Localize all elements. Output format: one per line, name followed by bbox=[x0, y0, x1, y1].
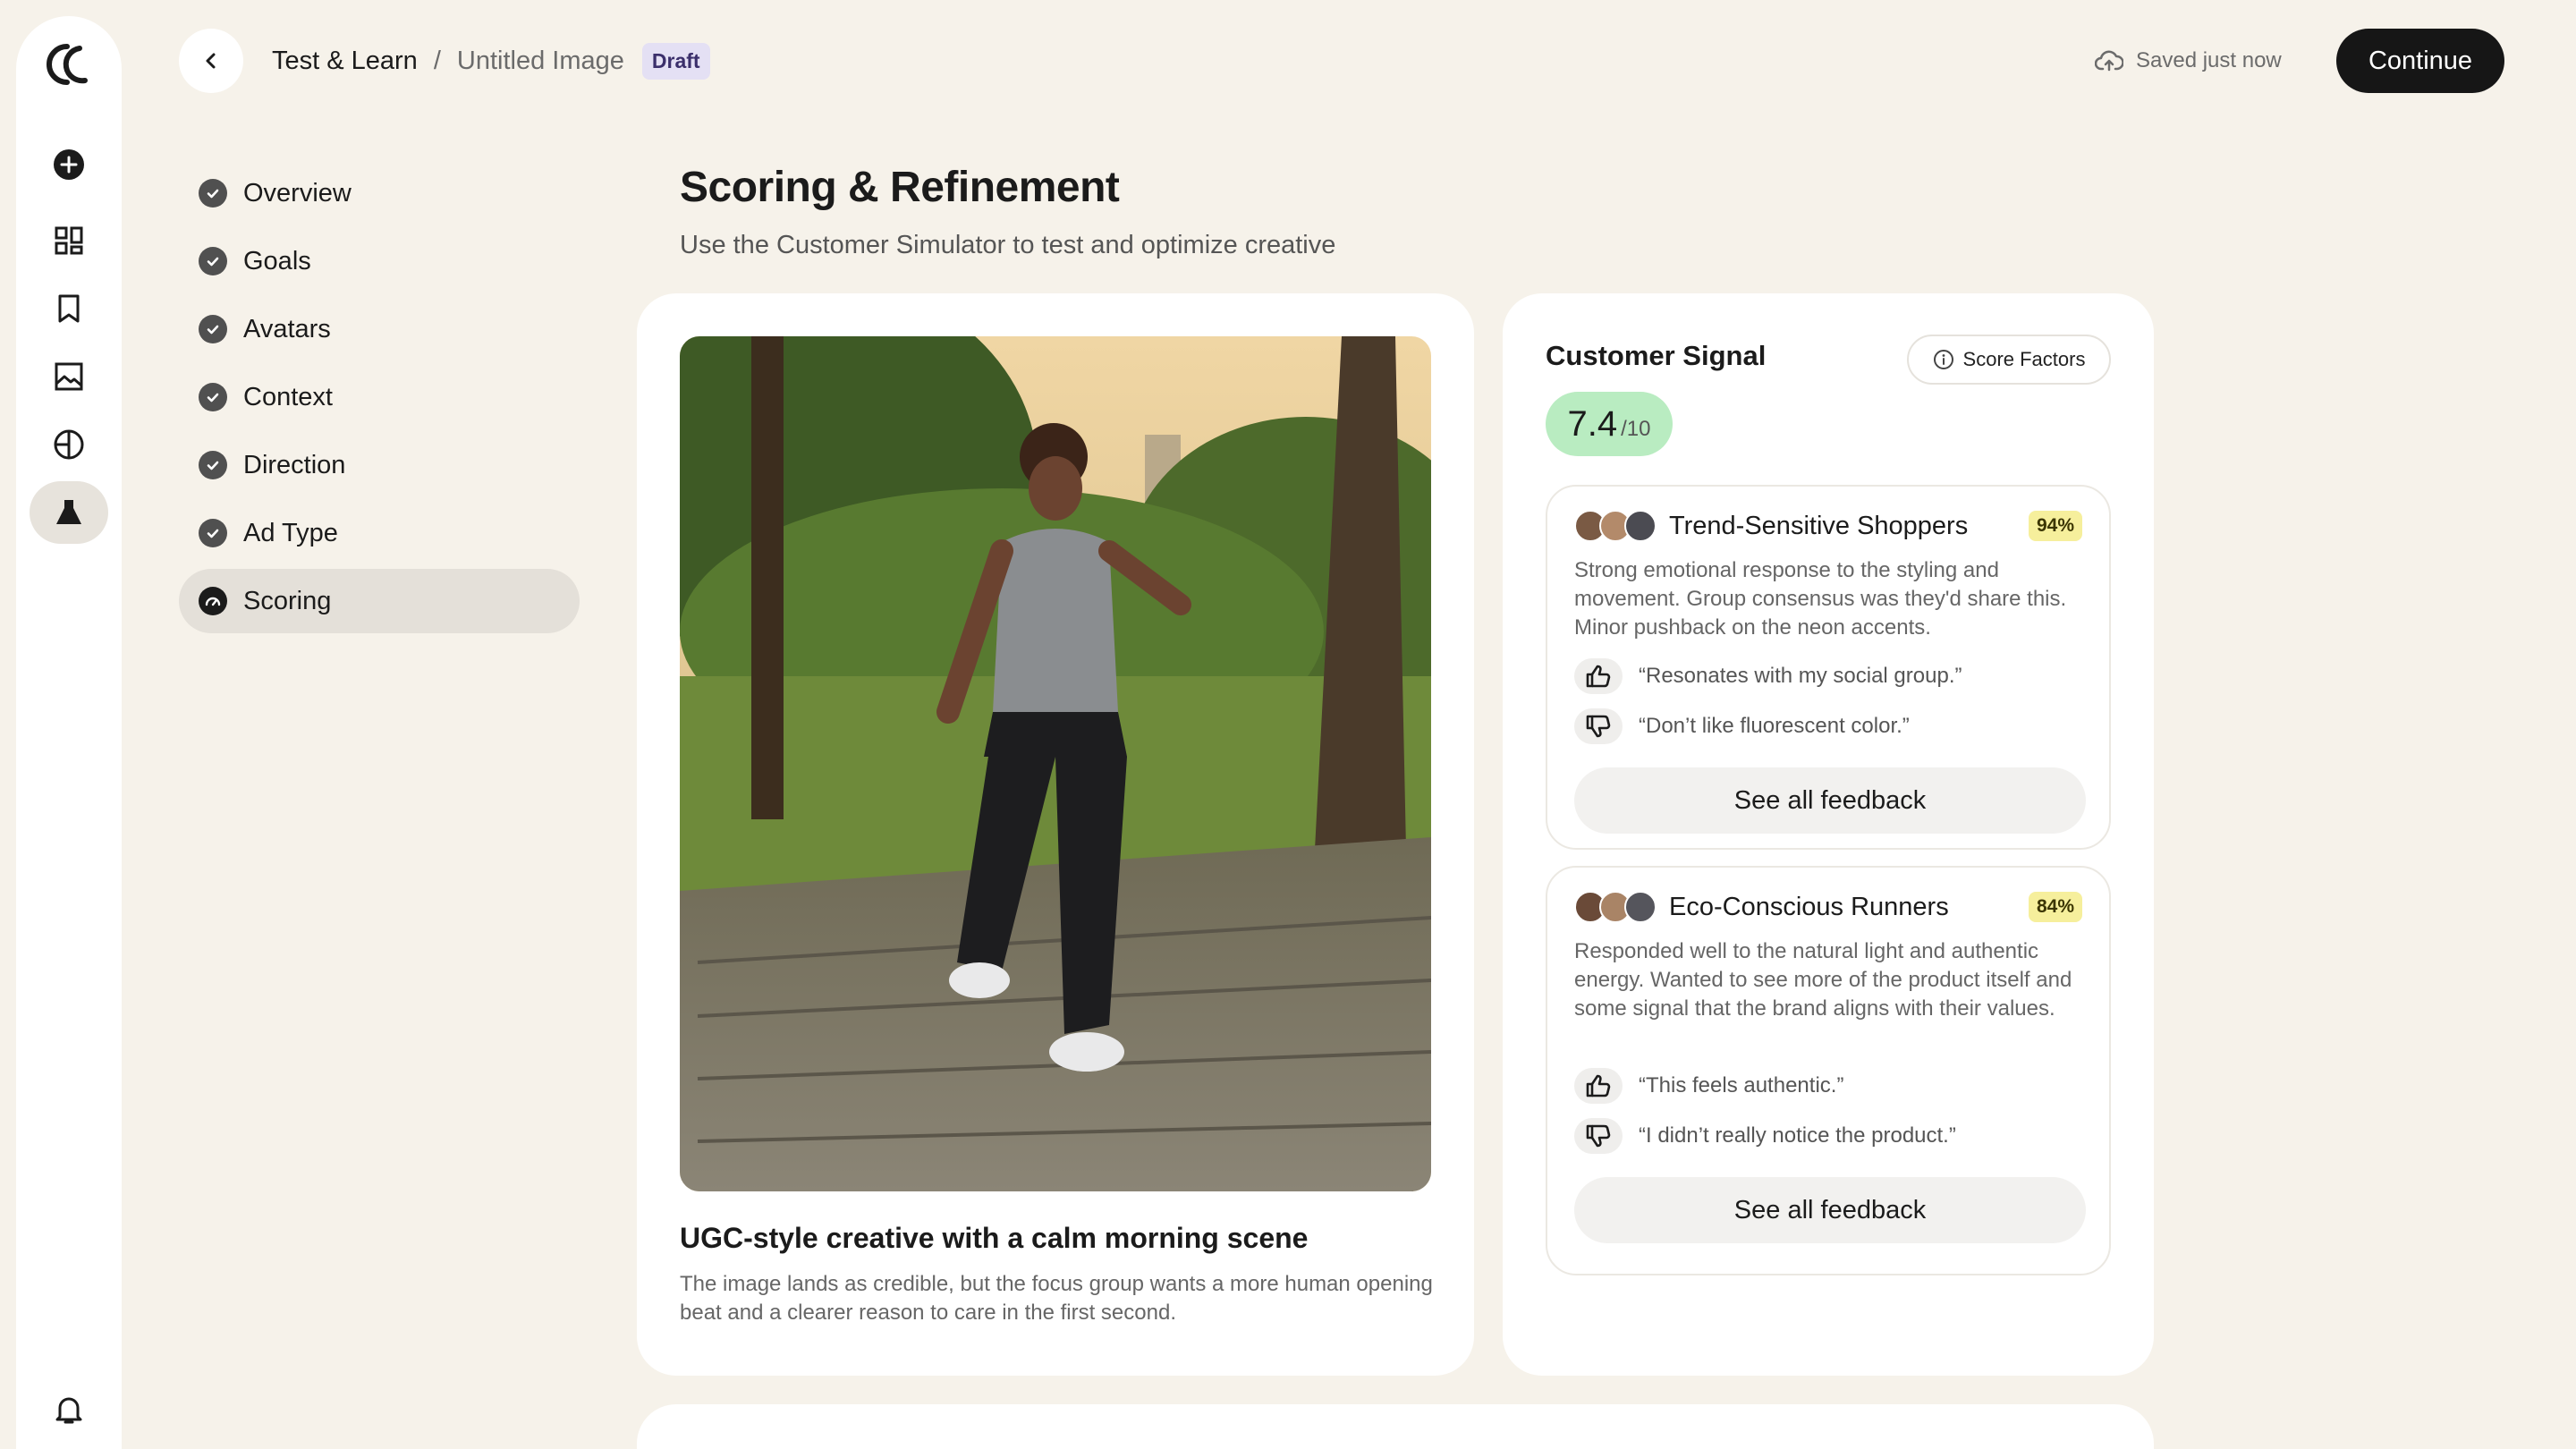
steps-nav: Overview Goals Avatars Context Direction… bbox=[179, 161, 580, 637]
segment-card: Eco-Conscious Runners 84% Responded well… bbox=[1546, 866, 2111, 1275]
plus-circle-icon[interactable] bbox=[30, 133, 108, 196]
avatar bbox=[1624, 891, 1657, 923]
creative-card: UGC-style creative with a calm morning s… bbox=[637, 293, 1474, 1376]
score-factors-button[interactable]: Score Factors bbox=[1907, 335, 2111, 385]
cloud-upload-icon bbox=[2095, 50, 2123, 72]
left-rail bbox=[16, 16, 122, 1449]
save-status: Saved just now bbox=[2095, 45, 2282, 77]
segment-card: Trend-Sensitive Shoppers 94% Strong emot… bbox=[1546, 485, 2111, 850]
score-value: 7.4 bbox=[1567, 404, 1618, 444]
signal-title: Customer Signal bbox=[1546, 340, 1767, 371]
flask-icon[interactable] bbox=[30, 481, 108, 544]
step-avatars[interactable]: Avatars bbox=[179, 297, 580, 361]
check-circle-icon bbox=[199, 383, 227, 411]
dashboard-icon[interactable] bbox=[30, 209, 108, 272]
step-context[interactable]: Context bbox=[179, 365, 580, 429]
segment-description: Strong emotional response to the styling… bbox=[1574, 558, 2067, 640]
back-button[interactable] bbox=[179, 29, 243, 93]
segment-name: Trend-Sensitive Shoppers bbox=[1669, 511, 1969, 540]
segment-description: Responded well to the natural light and … bbox=[1574, 939, 2072, 1021]
avatar bbox=[1624, 510, 1657, 542]
breadcrumb: Test & Learn / Untitled Image Draft bbox=[272, 41, 710, 80]
step-label: Goals bbox=[243, 246, 311, 275]
avatar-group bbox=[1574, 891, 1657, 923]
segment-header: Eco-Conscious Runners 84% bbox=[1574, 887, 2082, 927]
step-scoring[interactable]: Scoring bbox=[179, 569, 580, 633]
check-circle-icon bbox=[199, 247, 227, 275]
score-max: /10 bbox=[1621, 417, 1651, 441]
segment-header: Trend-Sensitive Shoppers 94% bbox=[1574, 506, 2082, 546]
step-label: Avatars bbox=[243, 314, 331, 343]
quote-text: “This feels authentic.” bbox=[1639, 1073, 1844, 1097]
page-subtitle: Use the Customer Simulator to test and o… bbox=[680, 231, 1336, 259]
thumbs-down-icon bbox=[1574, 1118, 1623, 1154]
creative-title: UGC-style creative with a calm morning s… bbox=[680, 1222, 1309, 1254]
step-goals[interactable]: Goals bbox=[179, 229, 580, 293]
quote-text: “Resonates with my social group.” bbox=[1639, 664, 1962, 688]
quote-text: “I didn’t really notice the product.” bbox=[1639, 1123, 1956, 1148]
check-circle-icon bbox=[199, 451, 227, 479]
saved-text: Saved just now bbox=[2136, 48, 2282, 72]
see-all-feedback-button[interactable]: See all feedback bbox=[1574, 767, 2086, 834]
check-circle-icon bbox=[199, 179, 227, 208]
bookmark-icon[interactable] bbox=[30, 277, 108, 340]
half-circle-icon[interactable] bbox=[30, 413, 108, 476]
positive-quote: “Resonates with my social group.” bbox=[1574, 657, 1962, 696]
negative-quote: “Don’t like fluorescent color.” bbox=[1574, 707, 1910, 746]
creative-image[interactable] bbox=[680, 336, 1431, 1191]
step-label: Context bbox=[243, 382, 333, 411]
quote-text: “Don’t like fluorescent color.” bbox=[1639, 714, 1910, 738]
check-circle-icon bbox=[199, 519, 227, 547]
breadcrumb-current[interactable]: Untitled Image bbox=[457, 47, 624, 76]
see-all-feedback-button[interactable]: See all feedback bbox=[1574, 1177, 2086, 1243]
page-title: Scoring & Refinement bbox=[680, 164, 1120, 211]
bell-icon[interactable] bbox=[30, 1378, 108, 1441]
step-label: Overview bbox=[243, 178, 352, 208]
breadcrumb-separator: / bbox=[433, 46, 441, 75]
step-overview[interactable]: Overview bbox=[179, 161, 580, 225]
continue-button[interactable]: Continue bbox=[2336, 29, 2504, 93]
step-ad-type[interactable]: Ad Type bbox=[179, 501, 580, 565]
draft-badge: Draft bbox=[641, 42, 710, 80]
step-direction[interactable]: Direction bbox=[179, 433, 580, 497]
match-badge: 94% bbox=[2028, 511, 2082, 541]
logo-icon[interactable] bbox=[40, 41, 97, 88]
breadcrumb-root[interactable]: Test & Learn bbox=[272, 47, 418, 76]
check-circle-icon bbox=[199, 315, 227, 343]
creative-description: The image lands as credible, but the foc… bbox=[680, 1272, 1433, 1325]
step-label: Scoring bbox=[243, 586, 332, 615]
gauge-icon bbox=[199, 587, 227, 615]
avatar-group bbox=[1574, 510, 1657, 542]
thumbs-up-icon bbox=[1574, 658, 1623, 694]
segment-name: Eco-Conscious Runners bbox=[1669, 892, 1949, 921]
thumbs-up-icon bbox=[1574, 1068, 1623, 1104]
customer-signal-card: Customer Signal Score Factors 7.4 /10 Tr… bbox=[1503, 293, 2154, 1376]
step-label: Ad Type bbox=[243, 518, 338, 547]
next-section-card bbox=[637, 1404, 2154, 1449]
image-icon[interactable] bbox=[30, 345, 108, 408]
positive-quote: “This feels authentic.” bbox=[1574, 1066, 1843, 1106]
chevron-left-icon bbox=[206, 53, 216, 69]
score-factors-label: Score Factors bbox=[1962, 348, 2086, 370]
step-label: Direction bbox=[243, 450, 346, 479]
score-pill: 7.4 /10 bbox=[1546, 392, 1673, 456]
negative-quote: “I didn’t really notice the product.” bbox=[1574, 1116, 1956, 1156]
info-icon bbox=[1933, 350, 1953, 369]
thumbs-down-icon bbox=[1574, 708, 1623, 744]
match-badge: 84% bbox=[2028, 892, 2082, 922]
